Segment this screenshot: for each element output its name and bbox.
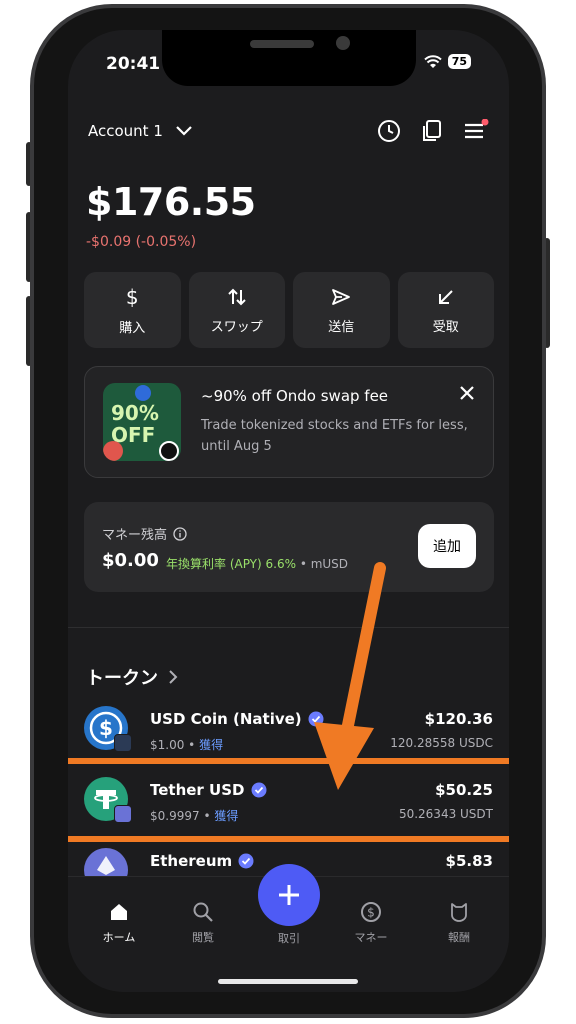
buy-button[interactable]: $ 購入: [84, 272, 181, 348]
nav-rewards[interactable]: 報酬: [424, 901, 494, 945]
send-label: 送信: [328, 319, 355, 335]
coin-icon: [135, 385, 151, 401]
header-actions: [377, 119, 489, 143]
ondo-logo-icon: [159, 441, 179, 461]
status-icons: 75: [423, 54, 471, 69]
promo-image: 90% OFF: [103, 383, 181, 461]
nav-browse-label: 閲覧: [192, 931, 214, 944]
svg-text:$: $: [367, 906, 375, 920]
money-value: $0.00: [102, 550, 159, 571]
header: Account 1: [88, 116, 489, 146]
nav-home-label: ホーム: [102, 931, 136, 944]
highlight-box: [68, 758, 509, 842]
total-balance: $176.55: [86, 180, 256, 224]
trade-label: 取引: [278, 932, 300, 945]
apy-rate: 年換算利率 (APY) 6.6%: [166, 557, 296, 571]
token-amount: 120.28558 USDC: [390, 736, 493, 750]
balance-change: -$0.09 (-0.05%): [86, 234, 197, 250]
token-name: USD Coin (Native): [150, 710, 324, 728]
promo-badge-top: 90%: [111, 401, 159, 425]
verified-badge-icon: [238, 853, 254, 869]
close-icon[interactable]: [459, 385, 475, 401]
send-icon: [332, 288, 351, 305]
nav-browse[interactable]: 閲覧: [168, 901, 238, 945]
token-price: $1.00 • 獲得: [150, 738, 224, 752]
receive-arrow-icon: [438, 289, 453, 304]
promo-description: Trade tokenized stocks and ETFs for less…: [201, 418, 468, 454]
dollar-icon: $: [125, 284, 139, 309]
apy-source: • mUSD: [296, 557, 349, 571]
speaker: [250, 40, 314, 48]
token-name-label: USD Coin (Native): [150, 710, 302, 728]
plus-icon: [279, 885, 299, 905]
home-icon: [111, 904, 127, 920]
buy-label: 購入: [119, 320, 146, 336]
swap-label: スワップ: [210, 319, 263, 335]
account-label: Account 1: [88, 122, 163, 140]
quick-actions: $ 購入 スワップ 送信 受取: [84, 272, 494, 348]
copy-icon[interactable]: [421, 119, 443, 143]
chevron-right-icon: [169, 670, 178, 684]
money-title: マネー残高: [102, 524, 187, 543]
chain-badge-icon: [114, 734, 132, 752]
battery-indicator: 75: [447, 54, 471, 69]
trade-button[interactable]: [258, 864, 320, 926]
promo-title: ~90% off Ondo swap fee: [201, 387, 389, 405]
token-price-value: $1.00: [150, 738, 185, 752]
notch: [162, 30, 416, 86]
money-title-label: マネー残高: [102, 528, 168, 543]
token-value: $5.83: [445, 852, 493, 870]
menu-icon[interactable]: [463, 119, 489, 143]
tokens-header[interactable]: トークン: [86, 664, 178, 690]
money-balance-card[interactable]: マネー残高 $0.00 年換算利率 (APY) 6.6% • mUSD 追加: [84, 502, 494, 592]
nav-money[interactable]: $ マネー: [336, 901, 406, 945]
token-name: Ethereum: [150, 852, 254, 870]
send-button[interactable]: 送信: [293, 272, 390, 348]
nav-money-label: マネー: [354, 931, 388, 944]
history-clock-icon[interactable]: [377, 119, 401, 143]
app-screen: 20:41 75 Account 1 $176.55 -$0.09 (-0.05…: [68, 30, 509, 992]
token-row-usdc[interactable]: $ USD Coin (Native) $1.00 • 獲得 $120.36 1…: [84, 700, 493, 760]
add-money-button[interactable]: 追加: [418, 524, 476, 568]
account-selector[interactable]: Account 1: [88, 122, 193, 140]
earn-link[interactable]: 獲得: [199, 738, 223, 752]
token-value: $120.36: [424, 710, 493, 728]
verified-badge-icon: [308, 711, 324, 727]
receive-button[interactable]: 受取: [397, 272, 494, 348]
token-logo-icon: [103, 441, 123, 461]
promo-card[interactable]: 90% OFF ~90% off Ondo swap fee Trade tok…: [84, 366, 494, 478]
chevron-down-icon: [176, 126, 192, 136]
info-icon[interactable]: [173, 526, 187, 541]
search-icon: [193, 902, 213, 922]
swap-arrows-icon: [228, 288, 246, 305]
tokens-title: トークン: [86, 668, 158, 689]
svg-text:$: $: [99, 716, 113, 740]
token-name-label: Ethereum: [150, 852, 233, 870]
rewards-icon: [451, 903, 467, 922]
nav-rewards-label: 報酬: [448, 931, 470, 944]
section-divider: [68, 627, 509, 628]
swap-button[interactable]: スワップ: [188, 272, 285, 348]
money-apy: 年換算利率 (APY) 6.6% • mUSD: [166, 555, 348, 572]
status-time: 20:41: [106, 54, 161, 74]
wifi-icon: [423, 54, 442, 68]
home-indicator: [218, 979, 358, 984]
nav-home[interactable]: ホーム: [84, 901, 154, 945]
front-camera: [336, 36, 350, 50]
receive-label: 受取: [432, 319, 459, 335]
money-coin-icon: $: [361, 902, 381, 922]
